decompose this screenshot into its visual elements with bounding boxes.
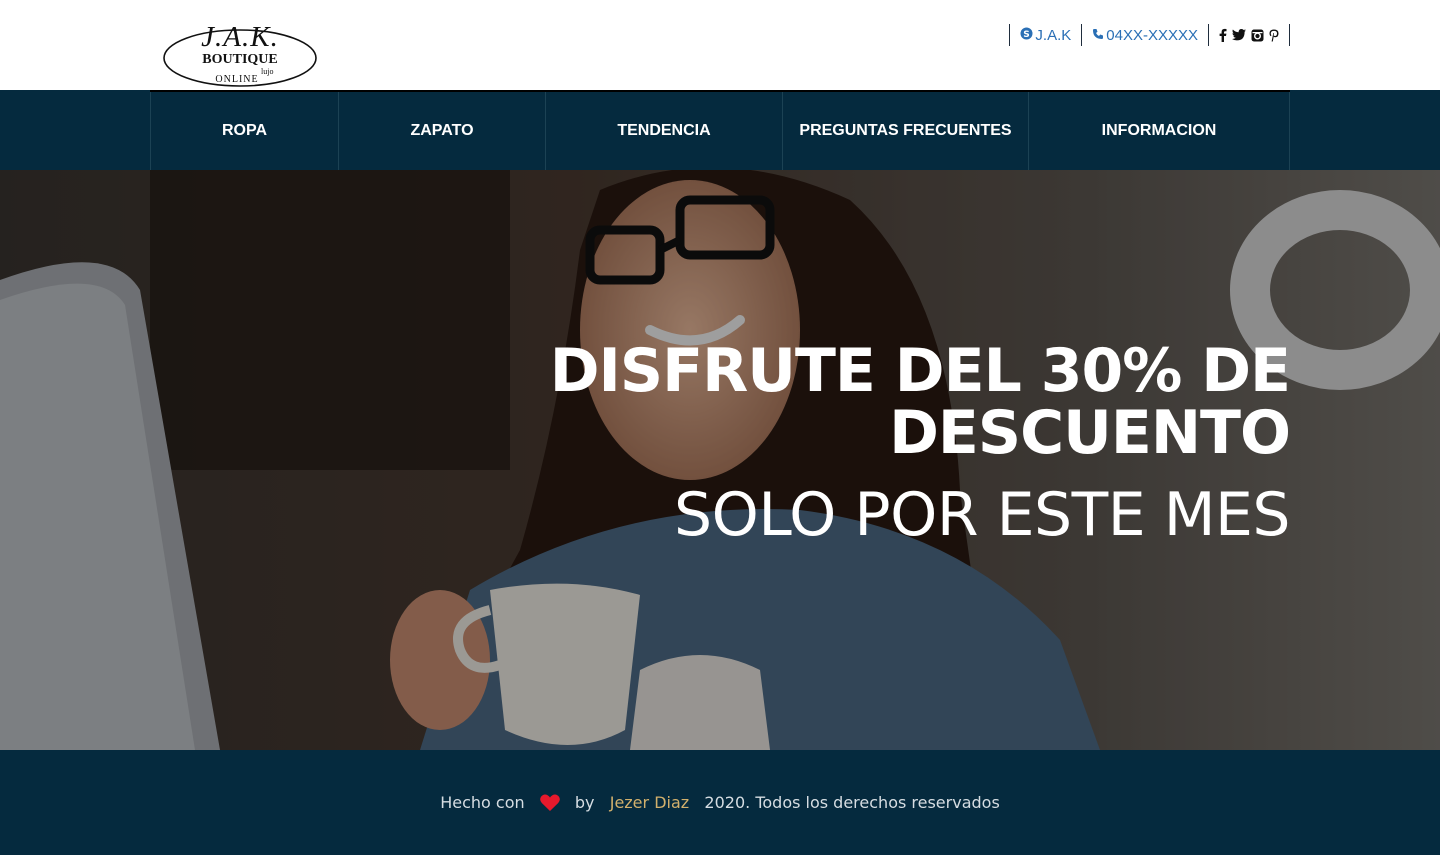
- heart-icon: [539, 794, 560, 815]
- main-navbar: ROPA ZAPATO TENDENCIA PREGUNTAS FRECUENT…: [0, 90, 1440, 170]
- skype-link[interactable]: S J.A.K: [1009, 24, 1081, 46]
- hero-subheadline: SOLO POR ESTE MES: [674, 480, 1290, 550]
- hero-banner: DISFRUTE DEL 30% DE DESCUENTO SOLO POR E…: [0, 170, 1440, 750]
- nav-item-ropa[interactable]: ROPA: [150, 92, 338, 170]
- svg-text:S: S: [1024, 30, 1030, 40]
- social-links: [1208, 24, 1290, 46]
- nav-item-preguntas-frecuentes[interactable]: PREGUNTAS FRECUENTES: [782, 92, 1028, 170]
- logo-bottom-text: ONLINE: [215, 74, 259, 85]
- footer-rights: 2020. Todos los derechos reservados: [704, 793, 1000, 812]
- phone-label: 04XX-XXXXX: [1106, 26, 1198, 44]
- site-header: J.A.K. BOUTIQUE lujo ONLINE S J.A.K 04XX…: [0, 0, 1440, 90]
- twitter-icon[interactable]: [1232, 29, 1246, 41]
- nav-item-tendencia[interactable]: TENDENCIA: [545, 92, 782, 170]
- nav-item-informacion[interactable]: INFORMACION: [1028, 92, 1290, 170]
- main-nav: ROPA ZAPATO TENDENCIA PREGUNTAS FRECUENT…: [150, 92, 1290, 170]
- skype-label: J.A.K: [1035, 26, 1072, 44]
- footer-credits: Hecho con by Jezer Diaz 2020. Todos los …: [0, 793, 1440, 815]
- facebook-icon[interactable]: [1219, 28, 1227, 42]
- skype-icon: S: [1020, 27, 1033, 43]
- footer-made-with: Hecho con: [440, 793, 525, 812]
- pinterest-icon[interactable]: [1269, 29, 1279, 42]
- phone-icon: [1092, 28, 1104, 43]
- site-footer: Hecho con by Jezer Diaz 2020. Todos los …: [0, 750, 1440, 855]
- nav-item-zapato[interactable]: ZAPATO: [338, 92, 545, 170]
- instagram-icon[interactable]: [1251, 29, 1264, 42]
- footer-by: by: [574, 793, 595, 812]
- brand-logo[interactable]: J.A.K. BOUTIQUE lujo ONLINE: [162, 22, 318, 88]
- logo-word: BOUTIQUE: [202, 52, 278, 67]
- footer-author-link[interactable]: Jezer Diaz: [610, 793, 689, 812]
- hero-headline-line2: DESCUENTO: [889, 398, 1291, 468]
- contact-bar: S J.A.K 04XX-XXXXX: [1009, 24, 1290, 46]
- hero-headline: DISFRUTE DEL 30% DE DESCUENTO: [530, 340, 1291, 464]
- phone-link[interactable]: 04XX-XXXXX: [1081, 24, 1208, 46]
- hero-headline-line1: DISFRUTE DEL 30% DE: [549, 336, 1291, 406]
- logo-initials: J.A.K.: [201, 21, 279, 53]
